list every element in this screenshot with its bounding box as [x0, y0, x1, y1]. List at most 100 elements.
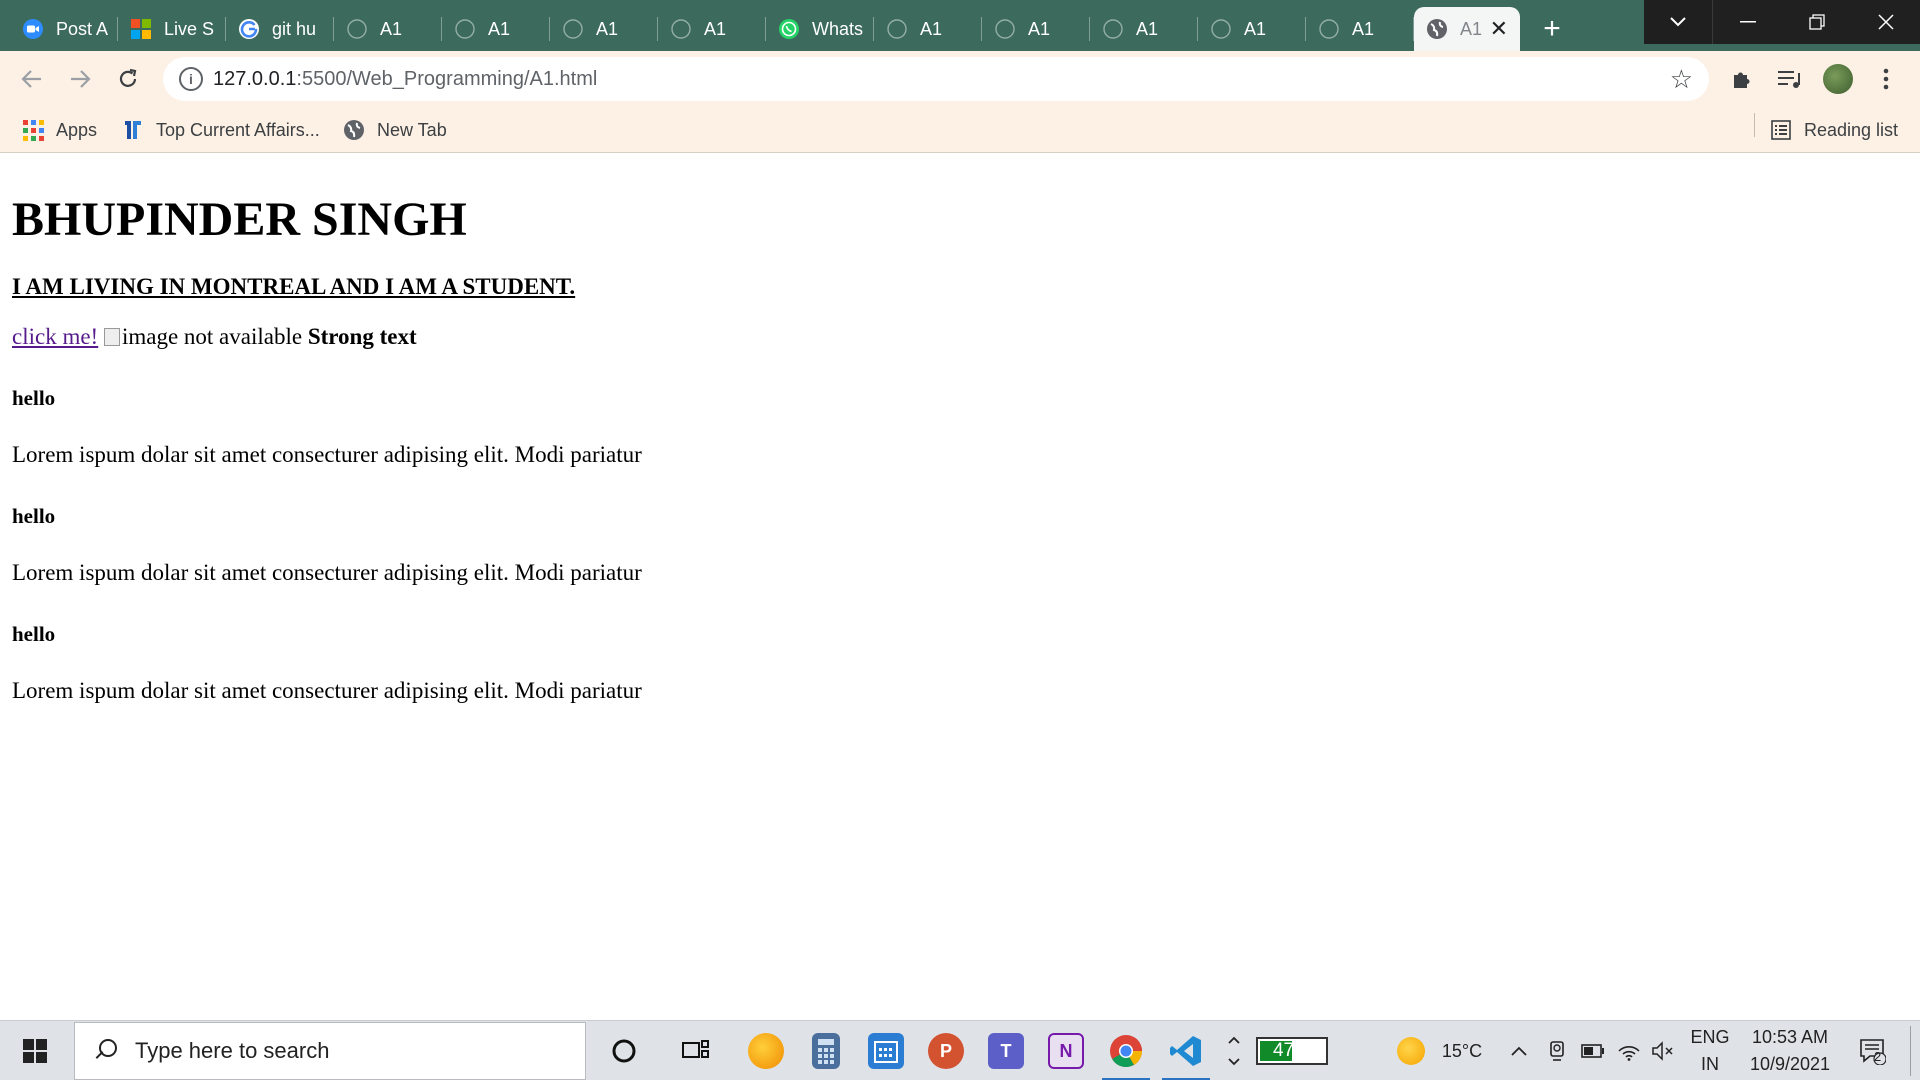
input-language-indicator[interactable]: ENG IN	[1686, 1021, 1734, 1080]
tab-title: Live S	[164, 18, 215, 39]
chrome-taskbar-icon[interactable]	[1098, 1021, 1154, 1080]
tab-1[interactable]: Live S	[118, 7, 226, 51]
apps-grid-icon	[22, 119, 44, 141]
teams-icon[interactable]: T	[982, 1021, 1030, 1080]
url-host: 127.0.0.1	[213, 68, 297, 90]
section-body: Lorem ispum dolar sit amet consecturer a…	[12, 442, 642, 467]
browser-toolbar: i 127.0.0.1:5500/Web_Programming/A1.html…	[0, 51, 1920, 107]
battery-status-icon[interactable]	[1578, 1021, 1608, 1080]
minimize-icon[interactable]	[1713, 0, 1782, 44]
clock-time: 10:53 AM	[1751, 1027, 1829, 1047]
tab-title: A1	[704, 18, 727, 39]
globe-icon	[1102, 18, 1124, 40]
taskbar-search-box[interactable]: Type here to search	[74, 1022, 586, 1080]
reload-icon[interactable]	[108, 59, 148, 99]
globe-icon	[670, 18, 692, 40]
tab-title: Whats	[812, 18, 864, 39]
windows-start-icon[interactable]	[0, 1021, 70, 1080]
search-icon	[93, 1039, 117, 1063]
forward-arrow-icon[interactable]	[60, 59, 100, 99]
globe-icon	[562, 18, 584, 40]
profile-avatar[interactable]	[1820, 61, 1856, 97]
tab-6[interactable]: A1	[658, 7, 766, 51]
volume-muted-icon[interactable]	[1648, 1021, 1678, 1080]
notification-center-icon[interactable]: 2	[1850, 1021, 1894, 1080]
section-body: Lorem ispum dolar sit amet consecturer a…	[12, 678, 642, 703]
browser-tab-strip: Post A Live Sgit hu A1 A1 A1 A1 Whats A1 A1 A1 A1 A…	[0, 0, 1920, 51]
onenote-icon[interactable]: N	[1042, 1021, 1090, 1080]
click-me-link[interactable]: click me!	[12, 324, 98, 349]
page-tagline: I AM LIVING IN MONTREAL AND I AM A STUDE…	[12, 274, 576, 299]
tab-active[interactable]: A1 ✕	[1414, 7, 1520, 51]
tab-5[interactable]: A1	[550, 7, 658, 51]
bookmark-site-icon	[122, 119, 144, 141]
bookmark-label: New Tab	[377, 119, 447, 140]
bookmark-apps[interactable]: Apps	[22, 117, 97, 143]
tab-7[interactable]: Whats	[766, 7, 874, 51]
extensions-puzzle-icon[interactable]	[1724, 61, 1760, 97]
bookmark-star-icon[interactable]: ☆	[1670, 64, 1693, 95]
clock-widget[interactable]: 10:53 AM 10/9/2021	[1740, 1021, 1840, 1080]
cortana-icon[interactable]	[600, 1021, 648, 1080]
tab-title: Post A	[56, 18, 109, 39]
menu-kebab-icon[interactable]	[1868, 61, 1904, 97]
calendar-icon[interactable]	[862, 1021, 910, 1080]
url-path: :5500/Web_Programming/A1.html	[296, 68, 598, 90]
tab-11[interactable]: A1	[1198, 7, 1306, 51]
strong-text: Strong text	[307, 324, 417, 349]
tab-8[interactable]: A1	[874, 7, 982, 51]
globe-icon	[454, 18, 476, 40]
meet-now-icon[interactable]	[1542, 1021, 1572, 1080]
section-title: hello	[12, 386, 56, 410]
bookmark-new-tab[interactable]: New Tab	[343, 117, 447, 143]
notification-count: 2	[1874, 1049, 1882, 1064]
clock-date: 10/9/2021	[1749, 1054, 1831, 1074]
battery-meter-widget[interactable]: 47%	[1252, 1021, 1332, 1080]
battery-percent-label: 47%	[1272, 1040, 1312, 1061]
page-heading: BHUPINDER SINGH	[12, 193, 467, 246]
calculator-icon[interactable]	[802, 1021, 850, 1080]
weather-sun-icon[interactable]	[1394, 1021, 1428, 1080]
tab-title: A1	[920, 18, 943, 39]
show-desktop-button[interactable]	[1910, 1026, 1920, 1076]
address-bar[interactable]: i 127.0.0.1:5500/Web_Programming/A1.html…	[163, 57, 1709, 101]
task-view-icon[interactable]	[672, 1021, 720, 1080]
tab-10[interactable]: A1	[1090, 7, 1198, 51]
weather-app-icon[interactable]	[742, 1021, 790, 1080]
taskbar-overflow-arrows[interactable]	[1222, 1021, 1246, 1080]
tab-title: git hu	[272, 18, 317, 39]
reading-list-button[interactable]: Reading list	[1770, 117, 1898, 143]
globe-icon	[1318, 18, 1340, 40]
tab-title: A1	[1244, 18, 1267, 39]
broken-image: image not available	[103, 324, 302, 350]
temperature-label: 15°C	[1441, 1040, 1483, 1061]
region-code: IN	[1700, 1054, 1719, 1074]
globe-icon	[886, 18, 908, 40]
bookmark-top-current-affairs[interactable]: Top Current Affairs...	[122, 117, 320, 143]
windows-taskbar: Type here to search P T N 47% 15°C ENG I…	[0, 1020, 1920, 1080]
tab-3[interactable]: A1	[334, 7, 442, 51]
powerpoint-icon[interactable]: P	[922, 1021, 970, 1080]
tab-0[interactable]: Post A	[10, 7, 118, 51]
tab-search-dropdown-icon[interactable]	[1644, 0, 1713, 44]
new-tab-plus-icon[interactable]: +	[1530, 7, 1574, 51]
show-hidden-icons-chevron-icon[interactable]	[1506, 1021, 1532, 1080]
link-row: click me! image not available Strong tex…	[12, 324, 417, 350]
close-tab-icon[interactable]: ✕	[1490, 16, 1508, 42]
back-arrow-icon[interactable]	[12, 59, 52, 99]
media-queue-icon[interactable]	[1772, 61, 1808, 97]
temperature-widget[interactable]: 15°C	[1432, 1021, 1492, 1080]
vscode-icon[interactable]	[1158, 1021, 1214, 1080]
wifi-icon[interactable]	[1614, 1021, 1644, 1080]
tab-9[interactable]: A1	[982, 7, 1090, 51]
tab-4[interactable]: A1	[442, 7, 550, 51]
google-icon	[238, 18, 260, 40]
zoom-icon	[22, 18, 44, 40]
avatar	[1823, 64, 1853, 94]
tab-2[interactable]: git hu	[226, 7, 334, 51]
close-window-icon[interactable]	[1851, 0, 1920, 44]
url-text[interactable]: 127.0.0.1:5500/Web_Programming/A1.html	[213, 68, 597, 91]
restore-icon[interactable]	[1782, 0, 1851, 44]
site-info-icon[interactable]: i	[179, 67, 203, 91]
tab-12[interactable]: A1	[1306, 7, 1414, 51]
